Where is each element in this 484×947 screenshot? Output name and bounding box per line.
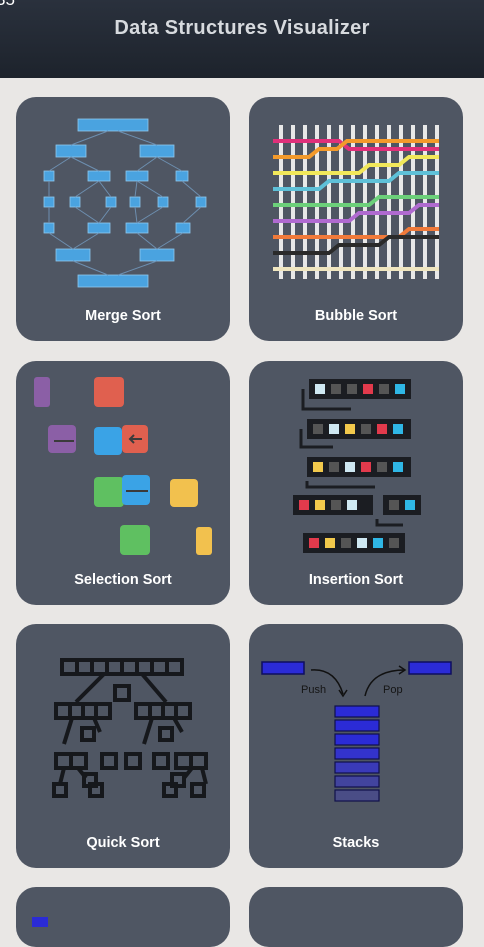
stacks-illustration: Push Pop	[261, 661, 452, 802]
stacks-card[interactable]: Push Pop Stacks	[249, 624, 463, 868]
status-time: 35	[0, 0, 15, 10]
bubble-sort-card[interactable]: Bubble Sort	[249, 97, 463, 341]
quick-sort-illustration	[52, 658, 208, 798]
selection-sort-label: Selection Sort	[74, 572, 172, 588]
pop-label: Pop	[383, 684, 403, 696]
page-title: Data Structures Visualizer	[114, 17, 370, 39]
merge-sort-card[interactable]: Merge Sort	[16, 97, 230, 341]
bubble-sort-illustration	[273, 125, 439, 279]
selection-sort-illustration	[34, 377, 212, 555]
insertion-sort-illustration	[293, 379, 421, 553]
insertion-sort-label: Insertion Sort	[308, 572, 404, 588]
bubble-sort-label: Bubble Sort	[314, 308, 398, 324]
partial-illustration-left	[32, 917, 48, 927]
stacks-label: Stacks	[332, 835, 380, 851]
merge-sort-label: Merge Sort	[85, 308, 161, 324]
app-header: 35 Data Structures Visualizer	[0, 0, 484, 78]
merge-sort-illustration	[43, 118, 207, 288]
quick-sort-label: Quick Sort	[86, 835, 160, 851]
card-partial-left[interactable]	[16, 887, 230, 947]
insertion-sort-card[interactable]: Insertion Sort	[249, 361, 463, 605]
quick-sort-card[interactable]: Quick Sort	[16, 624, 230, 868]
selection-sort-card[interactable]: Selection Sort	[16, 361, 230, 605]
push-label: Push	[301, 684, 326, 696]
card-partial-right[interactable]	[249, 887, 463, 947]
